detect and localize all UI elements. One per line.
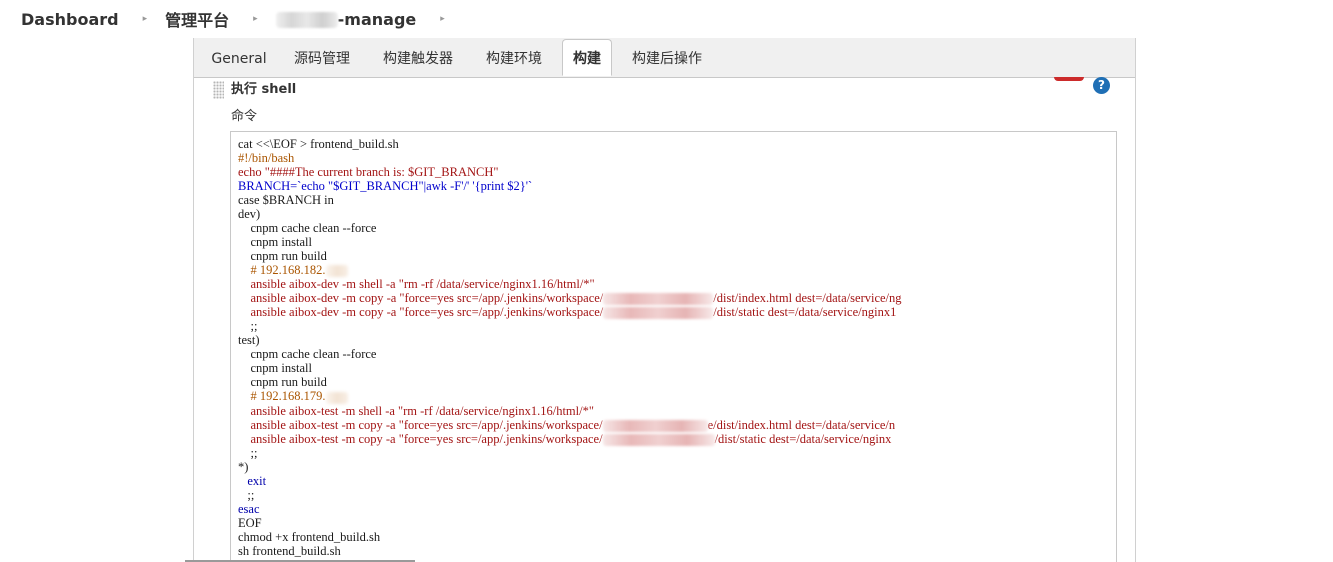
chevron-right-icon[interactable]: ▸ — [440, 14, 445, 24]
breadcrumb-dashboard[interactable]: Dashboard — [21, 10, 119, 29]
tab-build[interactable]: 构建 — [562, 39, 612, 76]
tab-source-control[interactable]: 源码管理 — [284, 40, 360, 76]
redacted-path — [602, 433, 715, 446]
breadcrumb-platform[interactable]: 管理平台 — [165, 7, 229, 31]
tab-build-triggers[interactable]: 构建触发器 — [372, 40, 464, 76]
chevron-right-icon[interactable]: ▸ — [253, 14, 258, 24]
delete-button-edge[interactable] — [1054, 77, 1084, 81]
redacted-ip — [325, 391, 348, 404]
command-label: 命令 — [231, 109, 258, 124]
drag-handle-icon[interactable] — [213, 81, 224, 99]
breadcrumb: Dashboard ▸ 管理平台 ▸ -manage ▸ — [0, 0, 1333, 38]
tab-general[interactable]: General — [205, 40, 273, 76]
tab-build-environment[interactable]: 构建环境 — [475, 40, 553, 76]
shell-script: cat <<\EOF > frontend_build.sh #!/bin/ba… — [238, 137, 902, 558]
redacted-path — [602, 419, 708, 432]
job-config-panel: General 源码管理 构建触发器 构建环境 构建 构建后操作 执行 shel… — [193, 38, 1136, 562]
command-textarea[interactable]: cat <<\EOF > frontend_build.sh #!/bin/ba… — [230, 131, 1117, 562]
redacted-ip — [325, 265, 348, 278]
config-tab-bar: General 源码管理 构建触发器 构建环境 构建 构建后操作 — [194, 38, 1135, 78]
redacted-text — [275, 12, 338, 28]
help-icon[interactable]: ? — [1093, 77, 1110, 94]
redacted-path — [603, 307, 714, 320]
build-step-title: 执行 shell — [231, 82, 297, 97]
chevron-right-icon[interactable]: ▸ — [143, 14, 148, 24]
redacted-path — [603, 293, 714, 306]
tab-post-build[interactable]: 构建后操作 — [621, 40, 713, 76]
breadcrumb-job[interactable]: -manage — [275, 10, 416, 29]
